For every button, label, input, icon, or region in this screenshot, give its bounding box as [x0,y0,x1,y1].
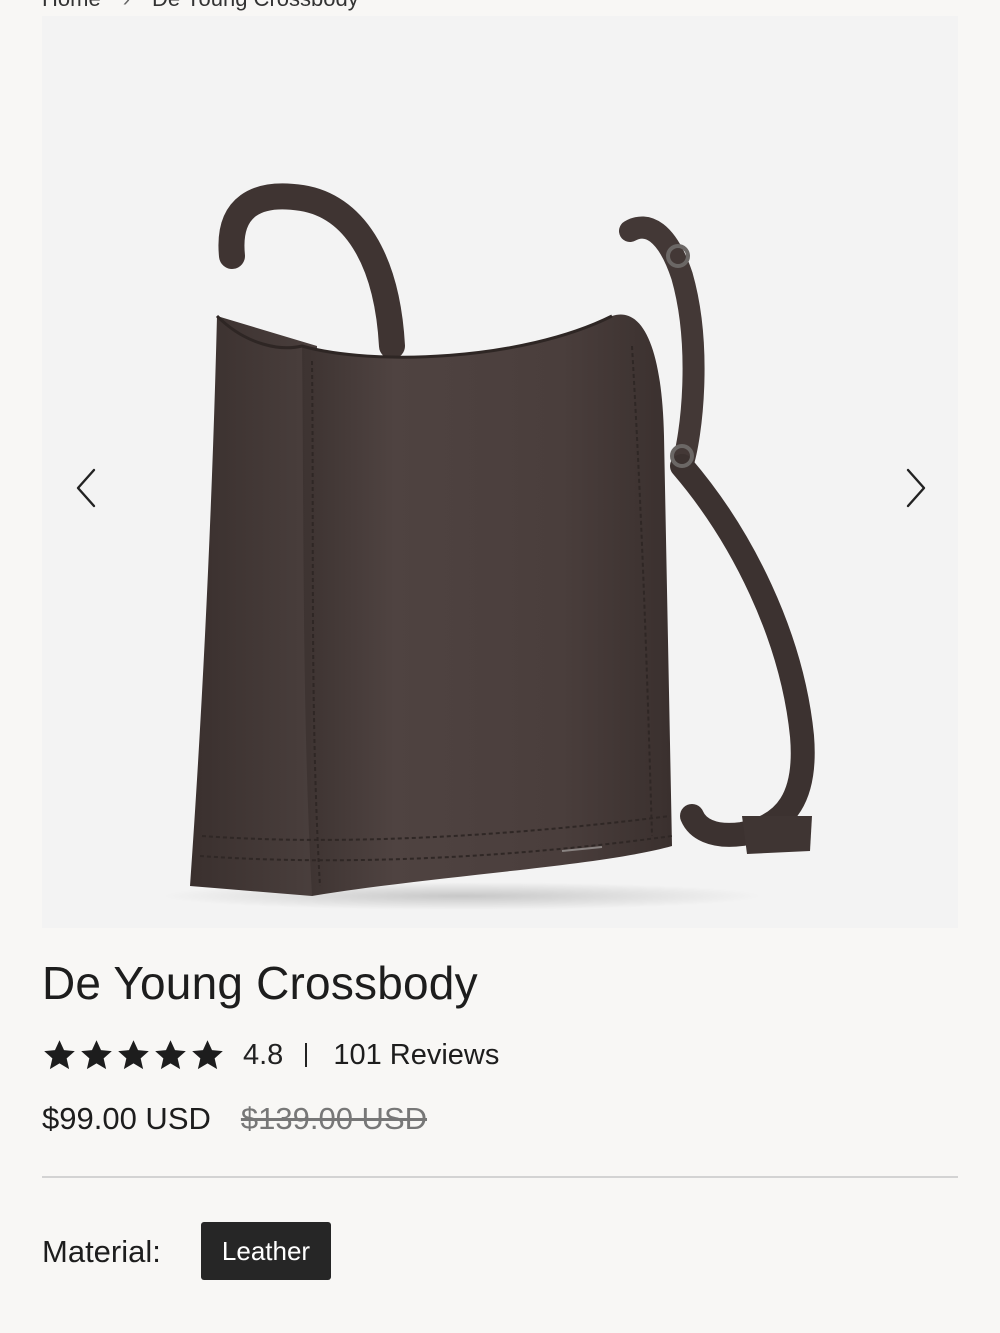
reviews-link[interactable]: 101 Reviews [333,1039,499,1072]
product-title: De Young Crossbody [42,957,478,1009]
rating-value: 4.8 [243,1038,284,1071]
chevron-left-icon [76,468,96,508]
price-original: $139.00 USD [240,1101,428,1136]
rating-divider [305,1043,308,1067]
chevron-right-icon [906,468,926,508]
breadcrumb-separator: › [123,0,130,11]
star-icon [118,1039,149,1069]
star-icon [81,1039,112,1069]
product-gallery [42,16,958,928]
breadcrumb: Home › De Young Crossbody [42,0,359,12]
star-rating [42,1038,225,1073]
product-image [162,183,815,910]
star-icon [192,1039,223,1069]
breadcrumb-home-link[interactable]: Home [42,0,101,11]
rating-summary: 4.8 101 Reviews [42,1032,499,1078]
divider [42,1176,958,1178]
gallery-prev-button[interactable] [56,454,116,522]
star-icon [155,1039,186,1069]
material-label: Material: [42,1234,161,1269]
star-icon [44,1039,75,1069]
breadcrumb-current: De Young Crossbody [152,0,359,11]
price-current: $99.00 USD [42,1101,211,1136]
gallery-next-button[interactable] [886,454,946,522]
price: $99.00 USD $139.00 USD [42,1094,427,1144]
material-option-leather[interactable]: Leather [201,1222,331,1280]
